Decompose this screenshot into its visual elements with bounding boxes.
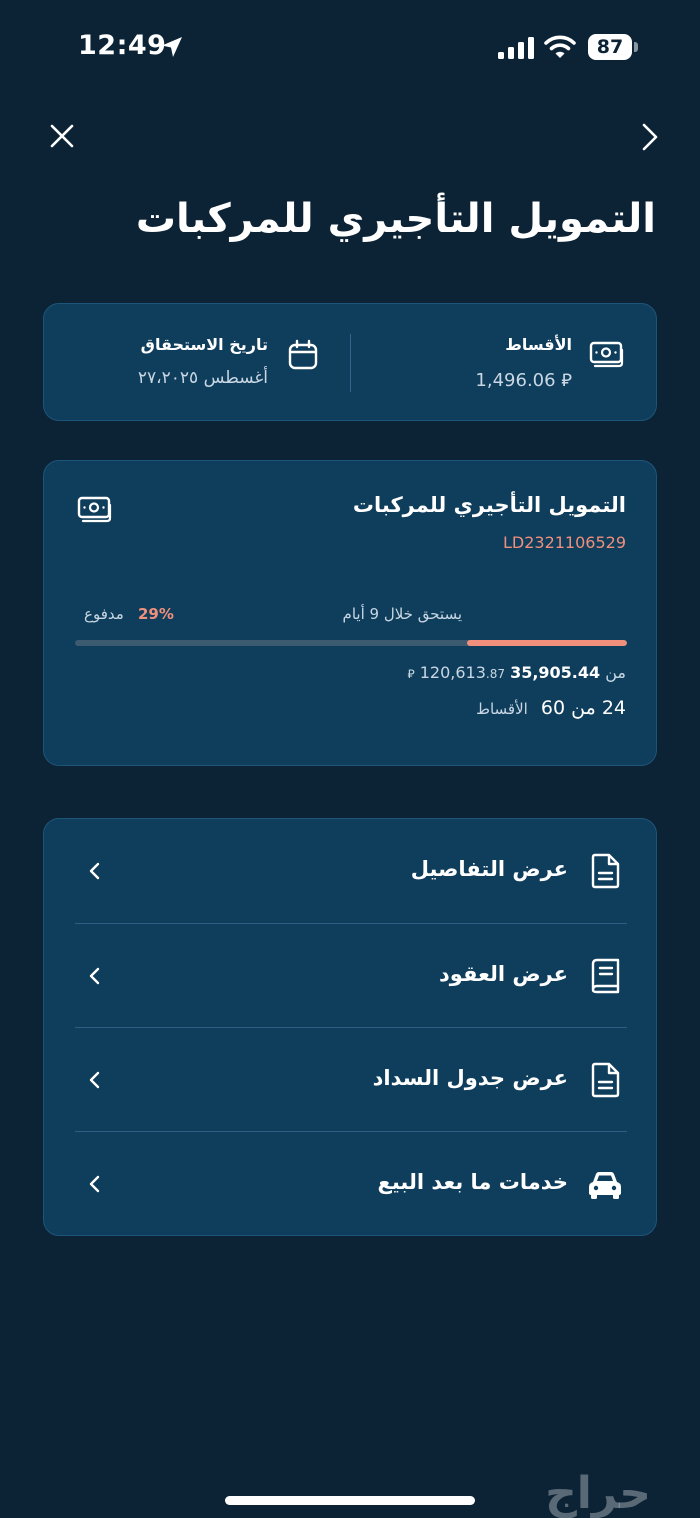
amount-paid: 35,905.44 [510,663,601,682]
contract-card[interactable]: التمويل التأجيري للمركبات LD2321106529 ي… [43,460,657,766]
back-chevron-icon[interactable] [632,118,668,156]
cash-icon [589,341,624,368]
due-in-days-text: يستحق خلال 9 أيام [342,605,462,623]
installments-progress-line: 24 من 60 الأقساط [476,697,626,719]
menu-item-label: عرض العقود [439,962,568,986]
payment-progress-fill [466,640,627,646]
home-indicator [225,1496,475,1505]
chevron-left-icon [89,862,100,880]
location-arrow-icon [162,37,182,57]
paid-label: مدفوع [84,605,124,623]
cellular-signal-icon [498,37,534,59]
menu-item-label: خدمات ما بعد البيع [377,1170,568,1194]
schedule-document-icon [591,1062,620,1098]
summary-divider [350,334,351,392]
summary-card: الأقساط 1,496.06 ⃁ تاريخ الاستحقاق أغسطس… [43,303,657,421]
paid-percent: 29% [138,605,174,623]
menu-item-view-contracts[interactable]: عرض العقود [44,924,658,1028]
battery-level: 87 [596,36,624,58]
due-date-value: أغسطس ٢٧،٢٠٢٥ [137,368,268,388]
amount-total-decimal: .87 [485,667,505,681]
contract-title: التمويل التأجيري للمركبات [352,493,626,517]
menu-item-label: عرض جدول السداد [372,1066,568,1090]
status-time: 12:49 [78,30,167,61]
watermark-text: حراج [545,1468,651,1518]
installments-value: 1,496.06 ⃁ [475,370,572,391]
car-icon [589,1172,621,1199]
installments-count-label: الأقساط [476,700,528,718]
screen: 12:49 87 التمويل التأجيري للمركبات الأقس… [0,0,700,1518]
menu-item-label: عرض التفاصيل [410,857,568,881]
menu-card: عرض التفاصيل عرض العقود عرض جدول السداد … [43,818,657,1236]
due-date-label: تاريخ الاستحقاق [140,335,268,354]
book-icon [591,958,620,994]
battery-nub [634,42,638,52]
installments-count: 24 من 60 [540,697,626,719]
payment-progress-bar [75,640,627,646]
status-bar: 12:49 87 [0,0,700,96]
chevron-left-icon [89,967,100,985]
contract-id: LD2321106529 [502,533,626,552]
battery-icon: 87 [588,34,638,60]
amount-line: ⃁ 120,613.87 من 35,905.44 [407,663,626,682]
amount-separator: من [605,663,626,682]
haraj-watermark-logo: حراج [545,1468,651,1518]
amount-total: 120,613 [419,663,486,682]
calendar-icon [288,339,318,370]
page-title: التمويل التأجيري للمركبات [135,196,656,242]
installments-label: الأقساط [505,335,572,354]
menu-item-after-sales-services[interactable]: خدمات ما بعد البيع [44,1132,658,1236]
chevron-left-icon [89,1175,100,1193]
currency-symbol: ⃁ [407,667,415,681]
wifi-icon [544,35,576,58]
menu-item-view-payment-schedule[interactable]: عرض جدول السداد [44,1028,658,1132]
chevron-left-icon [89,1071,100,1089]
menu-item-view-details[interactable]: عرض التفاصيل [44,819,658,923]
cash-icon [77,496,112,523]
close-icon[interactable] [44,118,80,154]
document-icon [591,853,620,889]
